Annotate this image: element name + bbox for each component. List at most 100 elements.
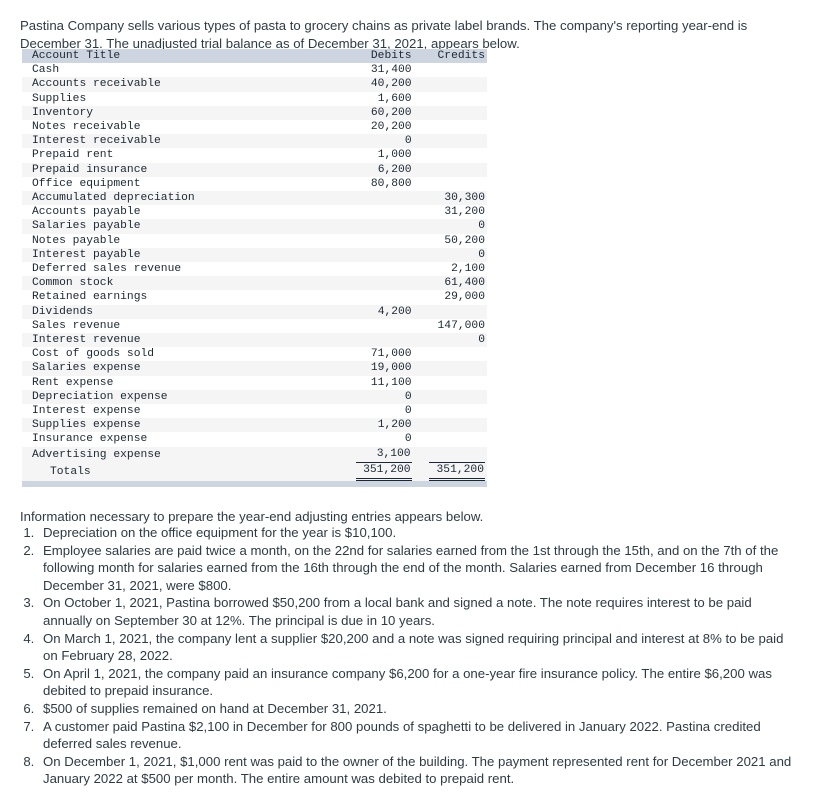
cell-credit <box>416 376 487 390</box>
table-row: Cash 31,400 <box>22 63 487 78</box>
cell-account-title: Advertising expense <box>32 448 161 461</box>
cell-account-title: Sales revenue <box>32 319 121 332</box>
table-row: Interest payable 0 <box>22 247 487 263</box>
cell-credit <box>416 432 487 446</box>
cell-debit: 31,400 <box>370 64 412 77</box>
table-row: Supplies expense 1,200 <box>22 418 487 433</box>
cell-credit <box>416 390 487 404</box>
cell-debit: 1,000 <box>377 149 412 162</box>
cell-account-title: Office equipment <box>32 177 141 190</box>
cell-debit: 0 <box>404 405 412 418</box>
cell-debit: 60,200 <box>370 106 412 119</box>
cell-debit: 4,200 <box>377 305 412 318</box>
cell-account-title: Prepaid rent <box>32 149 114 162</box>
cell-debit <box>329 234 416 248</box>
table-row: Advertising expense 3,100 <box>22 446 487 463</box>
cell-credit: 31,200 <box>444 206 485 219</box>
table-row: Dividends 4,200 <box>22 304 487 319</box>
table-row: Accounts payable 31,200 <box>22 205 487 220</box>
cell-account-title: Rent expense <box>32 376 114 389</box>
cell-account-title: Cost of goods sold <box>32 348 155 361</box>
cell-account-title: Interest payable <box>32 248 141 261</box>
cell-credit: 2,100 <box>451 263 485 276</box>
column-header-debits: Debits <box>328 49 416 64</box>
cell-account-title: Notes payable <box>32 234 121 247</box>
cell-account-title: Deferred sales revenue <box>32 263 182 276</box>
cell-totals-credit: 351,200 <box>416 463 487 482</box>
cell-debit: 0 <box>404 390 412 403</box>
table-row: Prepaid insurance 6,200 <box>22 162 487 177</box>
cell-account-title: Interest expense <box>32 405 141 418</box>
cell-credit <box>416 77 487 91</box>
cell-account-title: Inventory <box>32 106 94 119</box>
cell-debit: 20,200 <box>370 121 412 134</box>
table-row: Sales revenue 147,000 <box>22 318 487 334</box>
cell-account-title: Prepaid insurance <box>32 163 148 176</box>
cell-account-title: Salaries payable <box>32 220 141 233</box>
cell-account-title: Common stock <box>32 277 114 290</box>
cell-credit: 0 <box>478 334 485 347</box>
table-row: Interest receivable 0 <box>22 134 487 149</box>
cell-account-title: Supplies expense <box>32 419 141 432</box>
cell-credit: 61,400 <box>444 277 485 290</box>
cell-account-title: Interest receivable <box>32 135 161 148</box>
cell-account-title: Retained earnings <box>32 291 148 304</box>
table-row: Interest revenue 0 <box>22 333 487 348</box>
table-row: Salaries expense 19,000 <box>22 361 487 376</box>
cell-account-title: Dividends <box>32 305 94 318</box>
cell-credit: 50,200 <box>444 234 485 247</box>
cell-account-title: Supplies <box>32 92 87 105</box>
table-body: Cash 31,400 Accounts receivable 40,200 Suppl… <box>22 63 487 482</box>
cell-credit <box>416 134 487 148</box>
intro-paragraph: Pastina Company sells various types of p… <box>20 18 748 51</box>
table-row: Salaries payable 0 <box>22 219 487 234</box>
trial-balance-table-container: Account Title Debits Credits Cash 31,400 A… <box>22 49 487 482</box>
table-row: Insurance expense 0 <box>22 432 487 447</box>
cell-credit: 147,000 <box>437 319 485 332</box>
cell-debit: 71,000 <box>370 348 412 361</box>
cell-credit <box>416 63 487 77</box>
cell-debit <box>329 319 416 333</box>
cell-debit: 1,600 <box>377 92 412 105</box>
column-header-account-title: Account Title <box>22 49 329 64</box>
cell-debit: 1,200 <box>377 419 412 432</box>
table-row: Deferred sales revenue 2,100 <box>22 262 487 277</box>
list-item: $500 of supplies remained on hand at Dec… <box>38 700 800 718</box>
cell-credit: 0 <box>478 248 485 261</box>
cell-debit: 3,100 <box>329 447 416 463</box>
cell-account-title: Cash <box>32 64 60 77</box>
cell-totals-label: Totals <box>50 465 91 478</box>
table-row: Retained earnings 29,000 <box>22 290 487 305</box>
cell-debit <box>329 219 416 233</box>
cell-credit <box>416 361 487 375</box>
cell-account-title: Accounts payable <box>32 206 141 219</box>
cell-debit: 80,800 <box>370 177 412 190</box>
table-row: Rent expense 11,100 <box>22 375 487 390</box>
cell-credit <box>416 347 487 361</box>
cell-credit <box>416 92 487 106</box>
list-item: A customer paid Pastina $2,100 in Decemb… <box>38 718 800 753</box>
cell-debit: 40,200 <box>370 78 412 91</box>
table-row: Interest expense 0 <box>22 404 487 419</box>
list-item: On October 1, 2021, Pastina borrowed $50… <box>38 594 800 629</box>
list-item: On April 1, 2021, the company paid an in… <box>38 665 800 700</box>
cell-credit <box>416 177 487 191</box>
cell-credit <box>416 404 487 418</box>
cell-account-title: Accumulated depreciation <box>32 192 195 205</box>
cell-debit: 6,200 <box>377 163 412 176</box>
cell-account-title: Depreciation expense <box>32 390 168 403</box>
cell-credit: 30,300 <box>444 192 485 205</box>
table-row: Depreciation expense 0 <box>22 389 487 405</box>
cell-credit <box>416 305 487 319</box>
cell-credit <box>416 447 487 463</box>
cell-debit <box>329 248 416 262</box>
column-header-credits: Credits <box>415 49 487 64</box>
cell-credit <box>416 148 487 162</box>
cell-account-title: Salaries expense <box>32 362 141 375</box>
table-row: Cost of goods sold 71,000 <box>22 347 487 362</box>
cell-debit: 11,100 <box>370 376 412 389</box>
cell-debit: 19,000 <box>370 362 412 375</box>
cell-credit: 0 <box>478 220 485 233</box>
cell-debit <box>329 191 416 205</box>
table-bottom-bar <box>22 481 487 487</box>
